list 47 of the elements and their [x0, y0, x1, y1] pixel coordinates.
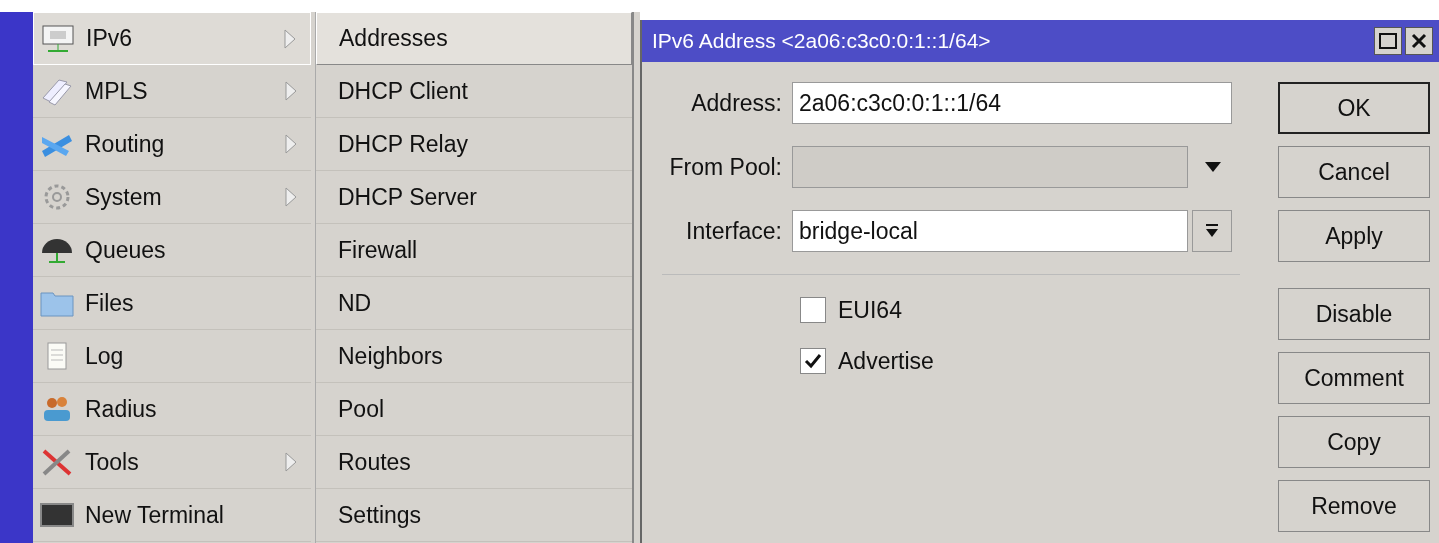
field-label: Interface: [685, 216, 783, 246]
menu-item[interactable]: Tools [33, 436, 311, 489]
dialog-button[interactable]: Comment [1278, 352, 1430, 404]
menu-item[interactable]: Routing [33, 118, 311, 171]
checkbox-label: Advertise [838, 346, 934, 376]
submenu-item[interactable]: Firewall [316, 224, 632, 277]
terminal-icon [39, 500, 75, 530]
submenu-item[interactable]: DHCP Client [316, 65, 632, 118]
dropdown-arrow-icon[interactable] [1204, 161, 1222, 173]
field-label: From Pool: [668, 152, 783, 182]
menu-item[interactable]: Files [33, 277, 311, 330]
dialog-button[interactable]: OK [1278, 82, 1430, 134]
dropdown-button[interactable] [1192, 210, 1232, 252]
submenu-item[interactable]: DHCP Relay [316, 118, 632, 171]
network-monitor-icon [40, 23, 76, 54]
menu-item[interactable]: Log [33, 330, 311, 383]
checkbox[interactable] [800, 347, 826, 374]
dropdown-arrow-icon [1205, 223, 1219, 239]
dialog-button[interactable]: Cancel [1278, 146, 1430, 198]
input-field[interactable]: 2a06:c3c0:0:1::1/64 [792, 82, 1232, 124]
checkmark-icon [804, 352, 822, 369]
close-icon [1411, 33, 1427, 49]
field-label: Address: [690, 88, 783, 118]
submenu-item[interactable]: Addresses [316, 12, 632, 65]
close-button[interactable] [1405, 27, 1433, 55]
maximize-button[interactable] [1374, 27, 1402, 55]
dialog-button[interactable]: Remove [1278, 480, 1430, 532]
submenu-item[interactable]: ND [316, 277, 632, 330]
menu-item[interactable]: Queues [33, 224, 311, 277]
submenu-item[interactable]: DHCP Server [316, 171, 632, 224]
dialog-button[interactable]: Copy [1278, 416, 1430, 468]
checkbox[interactable] [800, 297, 826, 324]
dialog-button[interactable]: Apply [1278, 210, 1430, 262]
menu-item[interactable]: System [33, 171, 311, 224]
menu-item[interactable]: New Terminal [33, 489, 311, 542]
submenu-item[interactable]: Pool [316, 383, 632, 436]
maximize-icon [1379, 33, 1397, 49]
checkbox-label: EUI64 [838, 296, 902, 325]
submenu-item[interactable]: Settings [316, 489, 632, 542]
submenu-item[interactable]: Neighbors [316, 330, 632, 383]
submenu-item[interactable]: Routes [316, 436, 632, 489]
window-title: IPv6 Address <2a06:c3c0:0:1::1/64> [652, 28, 992, 55]
dropdown-field[interactable]: bridge-local [792, 210, 1188, 252]
menu-item[interactable]: IPv6 [33, 12, 311, 65]
dialog-button[interactable]: Disable [1278, 288, 1430, 340]
menu-item[interactable]: MPLS [33, 65, 311, 118]
menu-item[interactable]: Radius [33, 383, 311, 436]
